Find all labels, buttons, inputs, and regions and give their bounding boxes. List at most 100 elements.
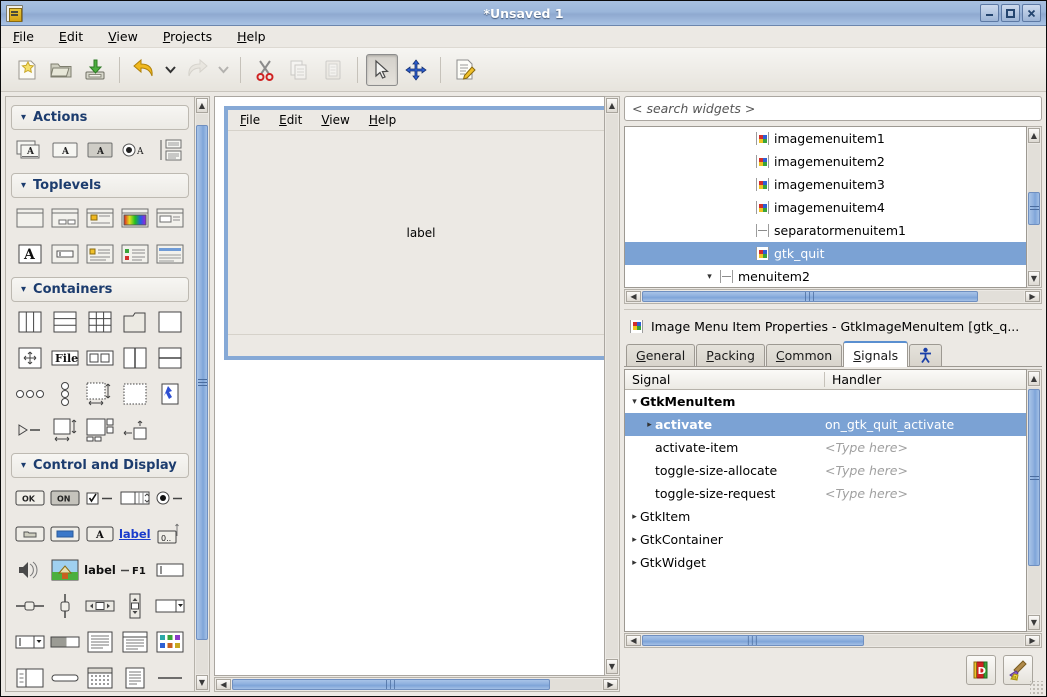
menu-help[interactable]: Help [235,28,268,45]
input-dialog-icon[interactable] [48,241,83,267]
tab-accessibility[interactable] [909,344,943,366]
assistant-icon[interactable] [117,241,152,267]
text-view-icon[interactable] [83,629,118,655]
tree-scroll-right-button[interactable]: ▶ [1025,291,1040,302]
design-menu-file[interactable]: File [240,113,260,127]
expander-collapsed-icon[interactable]: ▸ [629,512,640,522]
tree-scroll-track[interactable] [1028,144,1040,270]
tree-item-imagemenuitem1[interactable]: imagemenuitem1 [625,127,1026,150]
canvas-hscroll-thumb[interactable]: ||| [232,679,551,690]
undo-dropdown[interactable] [162,54,179,86]
vbox-icon[interactable] [48,309,83,335]
entry-icon[interactable] [152,557,187,583]
widget-tree[interactable]: imagemenuitem1 imagemenuitem2 imagemenui… [624,126,1027,288]
signals-scroll-track[interactable] [1028,387,1040,614]
palette-scroll-track[interactable] [196,114,208,674]
close-button[interactable] [1022,4,1041,22]
signal-group-gtkcontainer[interactable]: ▸ GtkContainer [625,528,1026,551]
menu-view[interactable]: View [106,28,140,45]
tree-vscrollbar[interactable]: ▲ ▼ [1027,126,1042,288]
signal-handler[interactable]: <Type here> [825,463,1026,478]
signals-hscroll-track[interactable]: ||| [642,635,1024,646]
design-window-body[interactable]: label [228,131,604,334]
vscrollbar-icon[interactable] [117,593,152,619]
palette-scroll-up-button[interactable]: ▲ [196,98,208,113]
canvas-scroll-up-button[interactable]: ▲ [606,98,618,113]
tree-item-imagemenuitem4[interactable]: imagemenuitem4 [625,196,1026,219]
tab-common[interactable]: Common [765,344,843,366]
tree-view-icon[interactable] [117,629,152,655]
table-icon[interactable] [83,309,118,335]
canvas-vscrollbar[interactable]: ▲ ▼ [605,96,620,676]
file-chooser-widget-icon[interactable]: File [48,345,83,371]
aspect-frame-icon[interactable] [48,417,83,443]
expander-collapsed-icon[interactable]: ▸ [629,558,640,568]
check-button-icon[interactable] [83,485,118,511]
palette-section-containers[interactable]: ▾ Containers [11,277,189,302]
tree-item-separatormenuitem1[interactable]: separatormenuitem1 [625,219,1026,242]
resize-grip[interactable] [1030,681,1043,694]
palette-section-toplevels[interactable]: ▾ Toplevels [11,173,189,198]
palette-vscrollbar[interactable]: ▲ ▼ [195,96,210,692]
maximize-button[interactable] [1001,4,1020,22]
accel-label-icon[interactable]: F1 [117,557,152,583]
signal-handler[interactable]: <Type here> [825,440,1026,455]
hscrollbar-icon[interactable] [83,593,118,619]
radio-action-icon[interactable]: A [117,137,152,163]
calendar-icon[interactable] [83,665,118,691]
tree-scroll-left-button[interactable]: ◀ [626,291,641,302]
design-window[interactable]: File Edit View Help label [224,106,604,360]
design-canvas[interactable]: File Edit View Help label [214,96,605,676]
edit-properties-button[interactable] [449,54,481,86]
tree-item-imagemenuitem3[interactable]: imagemenuitem3 [625,173,1026,196]
label-icon[interactable]: label [83,557,118,583]
recent-action-icon[interactable] [152,137,187,163]
tree-scroll-down-button[interactable]: ▼ [1028,271,1040,286]
signal-group-gtkitem[interactable]: ▸ GtkItem [625,505,1026,528]
about-dialog-icon[interactable] [83,241,118,267]
palette-scroll-down-button[interactable]: ▼ [196,675,208,690]
tree-item-imagemenuitem2[interactable]: imagemenuitem2 [625,150,1026,173]
action-group-icon[interactable]: A [13,137,48,163]
paste-button[interactable] [317,54,349,86]
signals-scroll-thumb[interactable] [1028,389,1040,567]
signal-row-toggle-size-allocate[interactable]: toggle-size-allocate <Type here> [625,459,1026,482]
combo-box-entry-icon[interactable] [13,629,48,655]
combo-box-icon[interactable] [152,593,187,619]
viewport-icon[interactable] [117,381,152,407]
layout-icon[interactable] [83,417,118,443]
signal-row-activate[interactable]: ▸ activate on_gtk_quit_activate [625,413,1026,436]
cut-button[interactable] [249,54,281,86]
button-icon[interactable]: OK [13,485,48,511]
palette-section-control-and-display[interactable]: ▾ Control and Display [11,453,189,478]
tree-scroll-up-button[interactable]: ▲ [1028,128,1040,143]
design-window-statusbar[interactable] [228,334,604,356]
redo-dropdown[interactable] [215,54,232,86]
icon-view-icon[interactable] [152,629,187,655]
menu-edit[interactable]: Edit [57,28,85,45]
expander-collapsed-icon[interactable]: ▸ [644,420,655,430]
column-header-handler[interactable]: Handler [825,372,881,387]
signal-row-toggle-size-request[interactable]: toggle-size-request <Type here> [625,482,1026,505]
color-button-icon[interactable] [48,521,83,547]
statusbar-icon[interactable] [117,665,152,691]
tree-item-menuitem2[interactable]: ▾ menuitem2 [625,265,1026,287]
frame-icon[interactable] [152,309,187,335]
toggle-button-icon[interactable]: ON [48,485,83,511]
palette-section-actions[interactable]: ▾ Actions [11,105,189,130]
hbutton-row-icon[interactable] [13,381,48,407]
canvas-hscrollbar[interactable]: ◀ ||| ▶ [214,677,620,692]
canvas-scroll-track[interactable] [606,114,618,658]
hpaned-icon[interactable] [117,345,152,371]
window-icon[interactable] [13,205,48,231]
expander-expanded-icon[interactable]: ▾ [704,272,715,282]
new-button[interactable] [11,54,43,86]
signal-group-gtkwidget[interactable]: ▸ GtkWidget [625,551,1026,574]
toggle-action-icon[interactable]: A [83,137,118,163]
select-pointer-button[interactable] [366,53,398,86]
tab-general[interactable]: General [626,344,696,366]
canvas-hscroll-track[interactable]: ||| [232,679,602,690]
signals-scroll-up-button[interactable]: ▲ [1028,371,1040,386]
signals-hscrollbar[interactable]: ◀ ||| ▶ [624,633,1042,648]
design-menu-edit[interactable]: Edit [279,113,302,127]
